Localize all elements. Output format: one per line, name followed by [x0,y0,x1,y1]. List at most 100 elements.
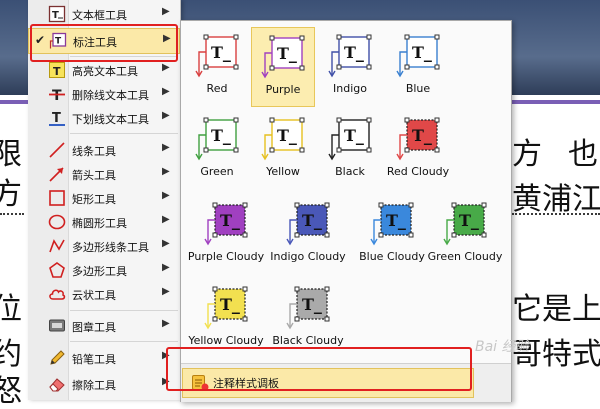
submenu-arrow-icon: ▶ [162,214,170,225]
menu-item-stamp-tool[interactable]: 图章工具 ▶ [28,314,180,338]
style-green-cloudy[interactable]: T_ Green Cloudy [424,195,506,275]
doc-text: 方 [0,177,22,212]
callout-style-icon: T_ [328,34,372,78]
menu-item-pencil-tool[interactable]: 铅笔工具 ▶ [28,346,180,370]
menu-item-strikethrough-tool[interactable]: T 删除线文本工具 ▶ [28,82,180,106]
style-label: Yellow Cloudy [188,334,264,347]
menu-item-label: 高亮文本工具 [72,65,138,78]
highlight-icon: T [48,61,66,79]
style-green[interactable]: T_ Green [185,110,249,190]
style-black[interactable]: T_ Black [318,110,382,190]
style-label: Indigo Cloudy [270,250,346,263]
callout-style-icon: T_ [328,117,372,161]
menu-item-cloud-tool[interactable]: 云状工具 ▶ [28,282,180,306]
svg-text:T_: T_ [412,126,432,145]
menu-item-polygon-tool[interactable]: 多边形工具 ▶ [28,258,180,282]
doc-text: 也 [568,137,598,172]
eraser-icon [48,375,66,393]
menu-item-arrow-tool[interactable]: 箭头工具 ▶ [28,162,180,186]
submenu-arrow-icon: ▶ [162,86,170,97]
submenu-arrow-icon: ▶ [162,286,170,297]
callout-style-icon: T_ [261,117,305,161]
style-label: Black [335,165,365,178]
doc-text: 怒 [0,374,22,409]
svg-text:T_: T_ [211,43,231,62]
menu-divider [70,310,178,311]
svg-text:T_: T_ [220,295,240,314]
menu-item-label: 图章工具 [72,321,116,334]
style-purple[interactable]: T_ Purple [251,27,315,107]
svg-text:T: T [52,10,59,21]
callout-style-icon: T_ [195,34,239,78]
style-label: Yellow [266,165,300,178]
menu-item-label: 铅笔工具 [72,353,116,366]
doc-text: 方 [512,137,542,172]
style-label: Indigo [333,82,367,95]
style-purple-cloudy[interactable]: T_ Purple Cloudy [185,195,267,275]
callout-tool-highlight-box [30,24,178,62]
svg-text:T_: T_ [302,295,322,314]
menu-divider [70,341,178,342]
style-blue-cloudy[interactable]: T_ Blue Cloudy [351,195,433,275]
callout-style-icon: T_ [204,286,248,330]
menu-item-ellipse-tool[interactable]: 椭圆形工具 ▶ [28,210,180,234]
callout-style-icon: T_ [370,202,414,246]
style-red-cloudy[interactable]: T_ Red Cloudy [386,110,450,190]
menu-item-label: 椭圆形工具 [72,217,127,230]
svg-text:T_: T_ [220,211,240,230]
menu-item-label: 多边形线条工具 [72,241,149,254]
callout-style-icon: T_ [204,202,248,246]
style-label: Red Cloudy [386,165,450,178]
svg-text:T: T [52,111,61,126]
submenu-arrow-icon: ▶ [162,166,170,177]
menu-item-label: 多边形工具 [72,265,127,278]
style-blue[interactable]: T_ Blue [386,27,450,107]
menu-item-label: 云状工具 [72,289,116,302]
svg-text:T_: T_ [412,43,432,62]
doc-text: 位 [0,292,22,327]
menu-item-eraser-tool[interactable]: 擦除工具 ▶ [28,372,180,396]
submenu-arrow-icon: ▶ [162,190,170,201]
submenu-arrow-icon: ▶ [162,262,170,273]
svg-text:T: T [53,65,61,78]
menu-divider [70,133,178,134]
callout-style-icon: T_ [286,286,330,330]
polyline-icon [48,237,66,255]
spellcheck-underline [0,211,24,215]
menu-item-label: 线条工具 [72,145,116,158]
callout-style-icon: T_ [396,117,440,161]
ellipse-icon [48,213,66,231]
style-palette-highlight-box [166,347,472,391]
menu-item-underline-tool[interactable]: T 下划线文本工具 ▶ [28,106,180,130]
style-indigo[interactable]: T_ Indigo [318,27,382,107]
menu-item-label: 矩形工具 [72,193,116,206]
svg-text:T: T [52,88,62,103]
style-red[interactable]: T_ Red [185,27,249,107]
menu-item-label: 文本框工具 [72,9,127,22]
strikethrough-icon: T [48,85,66,103]
callout-style-icon: T_ [286,202,330,246]
svg-text:T_: T_ [211,126,231,145]
menu-item-polyline-tool[interactable]: 多边形线条工具 ▶ [28,234,180,258]
menu-item-line-tool[interactable]: 线条工具 ▶ [28,138,180,162]
style-label: Purple [265,83,301,96]
submenu-arrow-icon: ▶ [162,62,170,73]
doc-text: 它是上 [512,292,600,327]
style-label: Blue Cloudy [359,250,425,263]
svg-text:T_: T_ [459,211,479,230]
callout-style-icon: T_ [443,202,487,246]
line-icon [48,141,66,159]
style-label: Blue [405,82,431,95]
style-yellow[interactable]: T_ Yellow [251,110,315,190]
underline-icon: T [48,109,66,127]
svg-text:T_: T_ [386,211,406,230]
polygon-icon [48,261,66,279]
menu-item-textbox-tool[interactable]: T 文本框工具 ▶ [28,2,180,26]
style-label: Green [200,165,234,178]
menu-item-rectangle-tool[interactable]: 矩形工具 ▶ [28,186,180,210]
svg-text:T_: T_ [277,44,297,63]
submenu-arrow-icon: ▶ [162,110,170,121]
svg-text:T_: T_ [277,126,297,145]
style-indigo-cloudy[interactable]: T_ Indigo Cloudy [267,195,349,275]
submenu-arrow-icon: ▶ [162,318,170,329]
